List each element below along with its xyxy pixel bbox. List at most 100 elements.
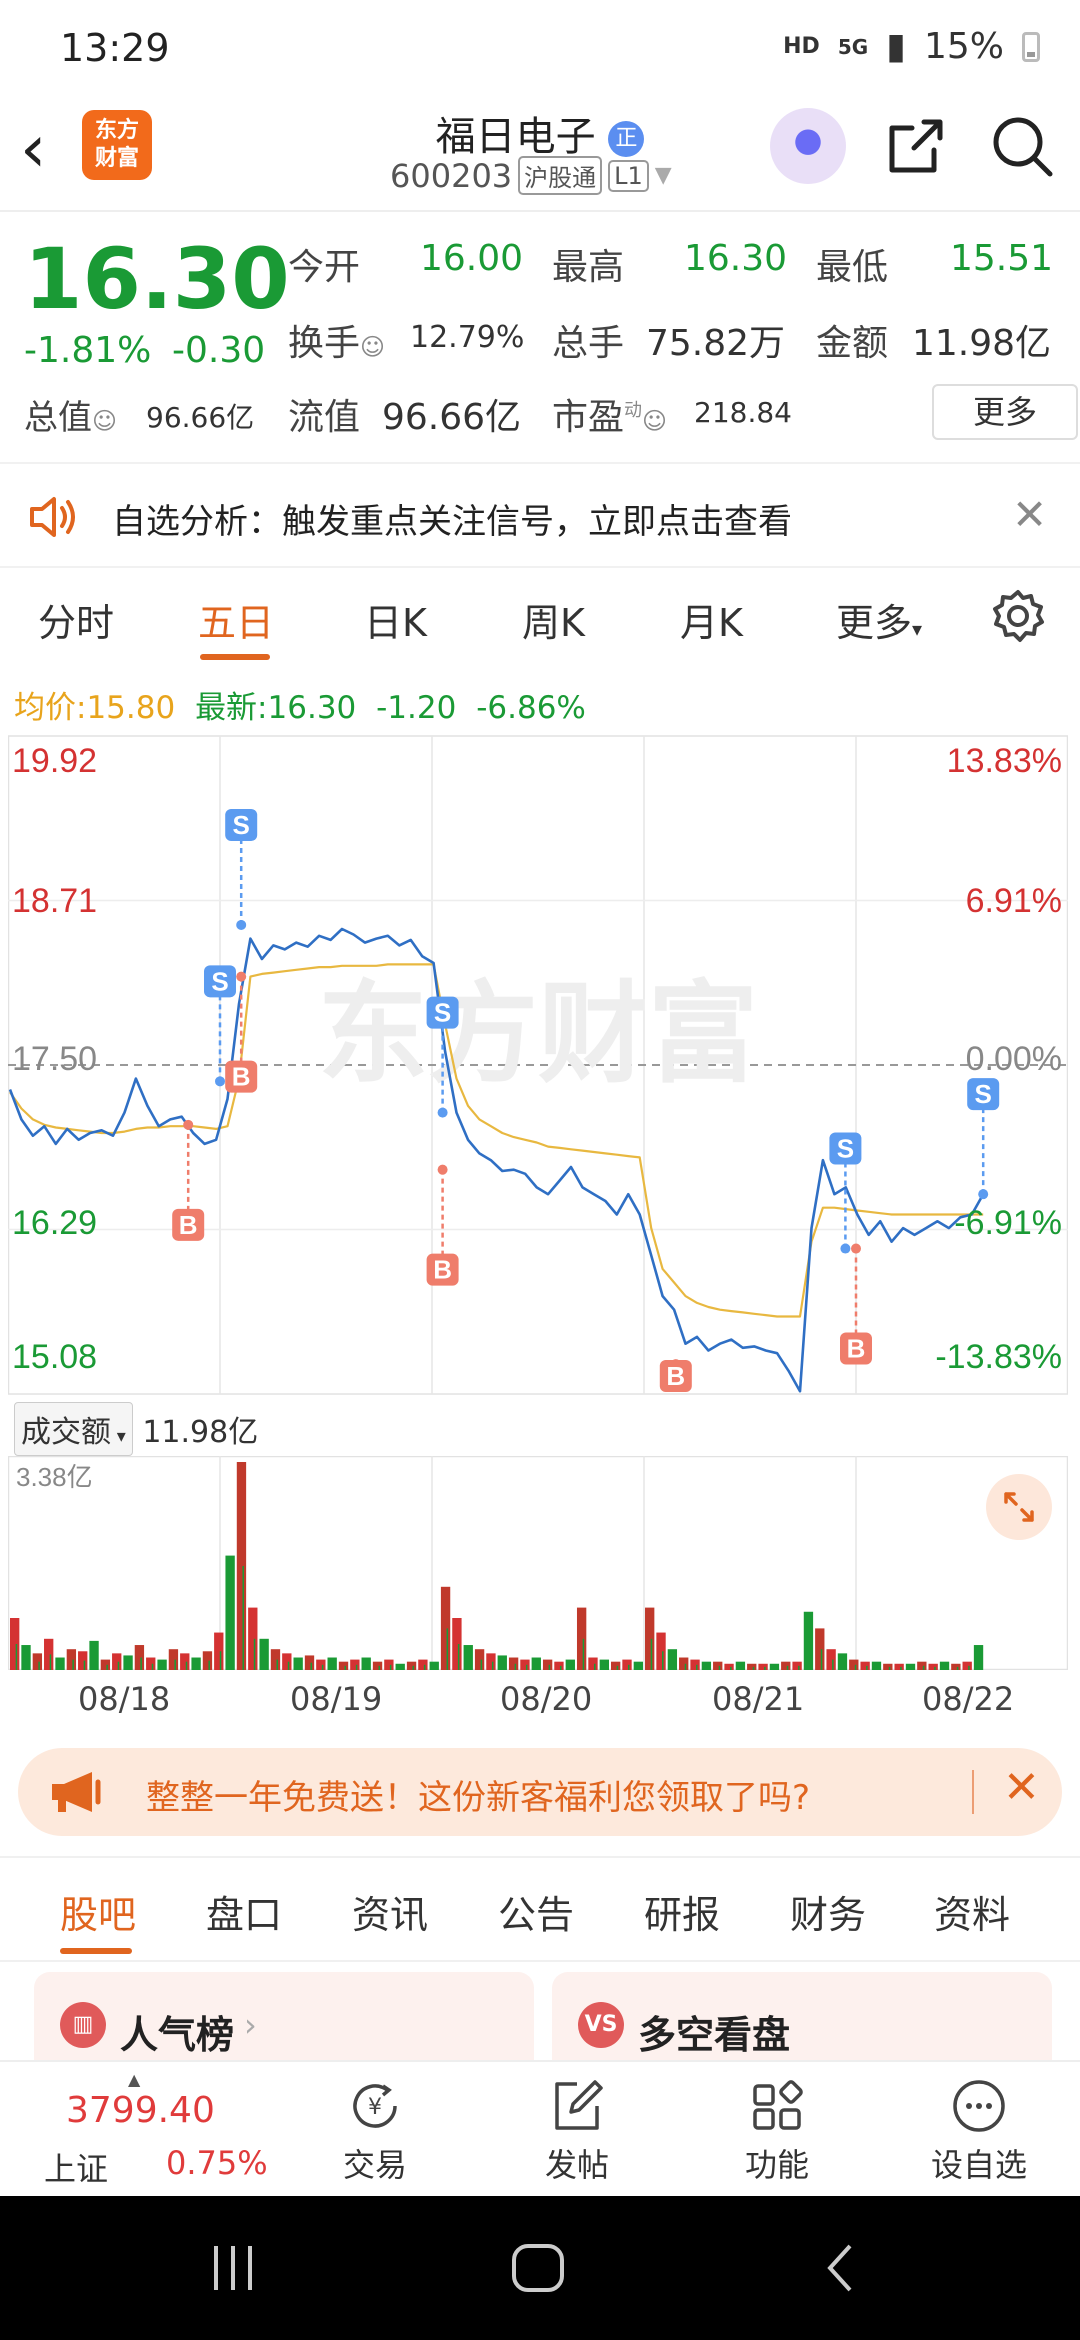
volume-grid: [8, 1456, 1068, 1670]
volume-bar: [854, 1664, 857, 1670]
volume-bar: [571, 1664, 573, 1670]
tab-profile[interactable]: 资料: [934, 1884, 1010, 1939]
volume-bar: [361, 1657, 371, 1670]
search-icon[interactable]: [990, 114, 1054, 178]
signal-label: B: [433, 1255, 452, 1285]
nav-post[interactable]: 发帖: [512, 2076, 642, 2186]
nav-label: 设自选: [930, 2146, 1027, 2184]
volume-bar: [463, 1645, 473, 1670]
tab-daily-k[interactable]: 日K: [364, 592, 427, 647]
volume-bar: [707, 1665, 709, 1670]
volume-bar: [849, 1659, 859, 1670]
y-tick-right: 0.00%: [966, 1040, 1062, 1078]
tab-forum[interactable]: 股吧: [60, 1884, 136, 1939]
gear-icon[interactable]: [990, 588, 1046, 644]
quote-panel: 16.30 -1.81% -0.30 总值☺ 96.66亿 今开 16.00 最…: [0, 212, 1080, 462]
volume-bar: [117, 1661, 120, 1670]
expand-chart-button[interactable]: [986, 1474, 1052, 1540]
volume-dropdown[interactable]: 成交额 ▾: [14, 1402, 133, 1456]
volume-bar: [514, 1663, 517, 1670]
change-value: -1.20: [376, 690, 457, 726]
tab-monthly-k[interactable]: 月K: [680, 592, 743, 647]
tab-research[interactable]: 研报: [644, 1884, 720, 1939]
close-icon[interactable]: ✕: [1003, 1762, 1040, 1813]
tab-intraday[interactable]: 分时: [38, 592, 114, 647]
amount-label: 金额: [816, 323, 889, 364]
volume-bar: [939, 1661, 950, 1670]
volume-bar: [525, 1664, 528, 1670]
volume-bar: [95, 1655, 97, 1670]
volume-bar: [775, 1666, 777, 1670]
assistant-avatar[interactable]: [770, 108, 846, 184]
volume-bar: [129, 1662, 131, 1670]
nav-trade[interactable]: ¥ 交易: [310, 2076, 440, 2186]
nav-add-watchlist[interactable]: 设自选: [914, 2076, 1044, 2186]
volume-bar: [690, 1659, 700, 1670]
volume-bar: [576, 1607, 587, 1670]
volume-bar: [134, 1645, 145, 1670]
signal-label: B: [232, 1062, 251, 1092]
change-percent: -1.81%: [24, 330, 152, 371]
recent-apps-icon[interactable]: [208, 2240, 258, 2296]
float-cap-value: 96.66亿: [382, 397, 522, 438]
price-chart[interactable]: 东方财富 B S S B S B B S B S 19.92 18.71 17.50 16.29 15.0…: [8, 732, 1068, 1396]
close-icon[interactable]: ✕: [1012, 490, 1047, 539]
latest-label: 最新:: [195, 690, 268, 726]
volume-bar: [633, 1661, 644, 1670]
promo-banner[interactable]: 整整一年免费送！这份新客福利您领取了吗? ✕: [18, 1748, 1062, 1836]
share-icon[interactable]: [884, 114, 948, 178]
volume-bar: [66, 1649, 77, 1670]
tab-news[interactable]: 资讯: [352, 1884, 428, 1939]
tab-order-book[interactable]: 盘口: [206, 1884, 282, 1939]
nav-functions[interactable]: 功能: [712, 2076, 842, 2186]
date-label: 08/22: [922, 1680, 1015, 1718]
volume-bar: [673, 1659, 675, 1670]
more-circle-icon: [953, 2080, 1005, 2132]
volume-bar: [350, 1659, 360, 1670]
pe-label: 市盈动☺: [552, 397, 668, 438]
volume-bar: [650, 1638, 653, 1670]
volume-bar: [406, 1661, 417, 1670]
alert-banner[interactable]: 自选分析：触发重点关注信号，立即点击查看 ✕: [0, 462, 1080, 568]
volume-bar: [474, 1649, 485, 1670]
index-value[interactable]: 3799.40: [66, 2090, 215, 2131]
volume-chart[interactable]: 3.38亿: [8, 1456, 1068, 1670]
volume-bar: [508, 1657, 519, 1670]
y-tick-right: -6.91%: [954, 1204, 1062, 1242]
volume-bar: [713, 1661, 723, 1670]
brand-logo: 东方财富: [82, 110, 152, 180]
volume-bar: [679, 1657, 689, 1670]
volume-bar: [769, 1663, 780, 1670]
vs-icon: VS: [578, 2002, 624, 2048]
tab-finance[interactable]: 财务: [790, 1884, 866, 1939]
volume-bar: [871, 1661, 882, 1670]
tab-weekly-k[interactable]: 周K: [522, 592, 585, 647]
avg-label: 均价:: [14, 690, 87, 726]
signal-label: B: [666, 1361, 685, 1391]
volume-label-row: 成交额 ▾ 11.98亿: [14, 1402, 258, 1456]
signal-label: S: [434, 998, 451, 1028]
tab-announcements[interactable]: 公告: [498, 1884, 574, 1939]
back-nav-icon[interactable]: [820, 2240, 860, 2296]
content-tabs: 股吧 盘口 资讯 公告 研报 财务 资料: [0, 1856, 1080, 1962]
volume-bar: [951, 1663, 961, 1670]
signal-label: S: [837, 1134, 854, 1164]
android-nav-bar: [0, 2196, 1080, 2340]
back-button[interactable]: ‹: [20, 114, 80, 184]
stock-code-row[interactable]: 600203 沪股通 L1 ▼: [390, 156, 710, 195]
y-tick-right: 13.83%: [947, 742, 1062, 780]
stock-name[interactable]: 福日电子 正: [380, 104, 700, 162]
volume-bar: [628, 1664, 630, 1670]
volume-bar: [89, 1640, 99, 1670]
volume-bar: [928, 1663, 938, 1670]
more-button[interactable]: 更多: [932, 384, 1078, 440]
volume-bar: [656, 1632, 666, 1670]
volume-bar: [599, 1659, 609, 1670]
tab-five-day[interactable]: 五日: [198, 592, 274, 647]
y-tick-left: 18.71: [12, 882, 97, 920]
home-icon[interactable]: [508, 2240, 568, 2296]
volume-frame: [8, 1456, 1068, 1670]
volume-bar: [208, 1660, 210, 1670]
tab-more[interactable]: 更多▾: [836, 592, 922, 647]
volume-bar: [503, 1662, 505, 1670]
